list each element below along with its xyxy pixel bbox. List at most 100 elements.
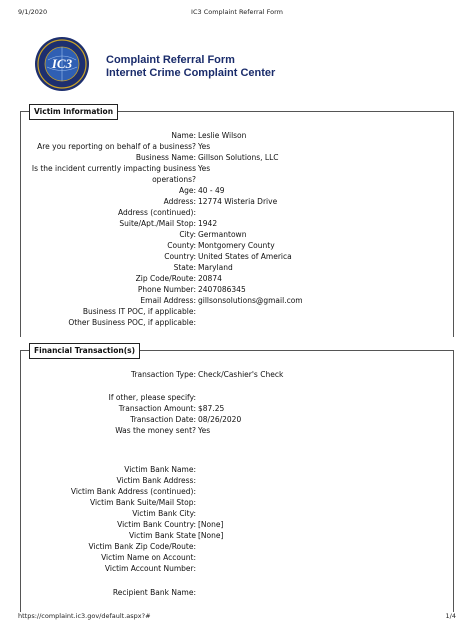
form-field-row: Name: Leslie Wilson — [21, 130, 453, 141]
form-field-row: Victim Bank Name: — [21, 464, 453, 475]
form-field-row: Victim Name on Account: — [21, 552, 453, 563]
form-field-row: Country: United States of America — [21, 251, 453, 262]
form-field-row: Are you reporting on behalf of a busines… — [21, 141, 453, 152]
form-field-row: Address: 12774 Wisteria Drive — [21, 196, 453, 207]
form-field-row: Business IT POC, if applicable: — [21, 306, 453, 317]
field-label: State: — [173, 263, 196, 272]
field-label: Victim Bank Address (continued): — [70, 487, 196, 496]
field-label: Transaction Type: — [130, 370, 196, 379]
financial-transactions-label: Financial Transaction(s) — [29, 343, 141, 359]
field-label: Suite/Apt./Mail Stop: — [119, 219, 196, 228]
field-value: gillsonsolutions@gmail.com — [198, 296, 303, 305]
form-field-row: Victim Bank Suite/Mail Stop: — [21, 497, 453, 508]
victim-information-label: Victim Information — [29, 104, 119, 120]
field-label: Victim Bank City: — [132, 509, 196, 518]
form-field-row: City: Germantown — [21, 229, 453, 240]
field-label: If other, please specify: — [108, 393, 196, 402]
field-label: Victim Bank Name: — [124, 465, 196, 474]
form-field-row: Victim Bank City: — [21, 508, 453, 519]
field-label: Transaction Amount: — [118, 404, 196, 413]
field-value: Maryland — [198, 263, 233, 272]
field-value: 1942 — [198, 219, 218, 228]
form-field-row: Other Business POC, if applicable: — [21, 317, 453, 328]
form-field-row: Transaction Type: Check/Cashier's Check — [21, 369, 453, 380]
field-label: Name: — [171, 131, 196, 140]
field-label: Recipient Bank Name: — [112, 588, 196, 597]
field-value: 20874 — [198, 274, 222, 283]
field-value: [None] — [198, 531, 224, 540]
field-label: Address: — [163, 197, 196, 206]
field-value: Yes — [198, 426, 211, 435]
field-value: 2407086345 — [198, 285, 246, 294]
form-field-row: Was the money sent? Yes — [21, 425, 453, 436]
form-field-row: Victim Account Number: — [21, 563, 453, 574]
field-label: Other Business POC, if applicable: — [68, 318, 196, 327]
field-label: City: — [179, 230, 196, 239]
field-label: Was the money sent? — [115, 426, 196, 435]
form-field-row: Is the incident currently impacting busi… — [21, 163, 453, 185]
field-label: Business IT POC, if applicable: — [82, 307, 196, 316]
print-footer: https://complaint.ic3.gov/default.aspx?#… — [18, 612, 456, 622]
field-value: $87.25 — [198, 404, 225, 413]
field-label: Victim Account Number: — [104, 564, 196, 573]
victim-information-section: Victim Information Name: Leslie Wilson Are… — [20, 104, 454, 337]
logo-text: IC3 — [51, 56, 73, 71]
field-label: Address (continued): — [117, 208, 196, 217]
field-label: Victim Name on Account: — [101, 553, 196, 562]
form-field-row: Age: 40 - 49 — [21, 185, 453, 196]
print-url: https://complaint.ic3.gov/default.aspx?# — [18, 612, 151, 620]
field-label: Transaction Date: — [130, 415, 196, 424]
form-subtitle: Internet Crime Complaint Center — [106, 67, 276, 79]
field-value: Yes — [198, 142, 211, 151]
form-field-row: Victim Bank Address: — [21, 475, 453, 486]
field-label: Victim Bank Suite/Mail Stop: — [90, 498, 196, 507]
field-label: Are you reporting on behalf of a busines… — [37, 142, 196, 151]
form-field-row: Victim Bank Zip Code/Route: — [21, 541, 453, 552]
field-label: Victim Bank Country: — [117, 520, 196, 529]
field-value: Yes — [198, 164, 211, 173]
page-number: 1/4 — [445, 612, 456, 620]
form-field-row: Recipient Bank Name: — [21, 587, 453, 598]
form-field-row: Transaction Date: 08/26/2020 — [21, 414, 453, 425]
form-field-row: Victim Bank Address (continued): — [21, 486, 453, 497]
field-value: Check/Cashier's Check — [198, 370, 284, 379]
field-value: Germantown — [198, 230, 247, 239]
form-field-row: Zip Code/Route: 20874 — [21, 273, 453, 284]
field-value: Montgomery County — [198, 241, 275, 250]
form-field-row: Address (continued): — [21, 207, 453, 218]
print-title: IC3 Complaint Referral Form — [191, 8, 283, 16]
form-heading: Complaint Referral Form Internet Crime C… — [106, 54, 275, 80]
field-label: Zip Code/Route: — [135, 274, 196, 283]
form-field-row: Victim Bank State [None] — [21, 530, 453, 541]
field-value: United States of America — [198, 252, 292, 261]
field-value: Leslie Wilson — [198, 131, 247, 140]
field-label: Victim Bank Address: — [116, 476, 196, 485]
form-field-row: If other, please specify: — [21, 392, 453, 403]
field-label: Business Name: — [135, 153, 196, 162]
field-label: Victim Bank Zip Code/Route: — [88, 542, 196, 551]
field-label: Phone Number: — [137, 285, 196, 294]
form-field-row: Business Name: Gillson Solutions, LLC — [21, 152, 453, 163]
form-field-row: Victim Bank Country: [None] — [21, 519, 453, 530]
print-header: 9/1/2020 IC3 Complaint Referral Form — [18, 8, 456, 18]
field-label: Email Address: — [140, 296, 196, 305]
field-value: Gillson Solutions, LLC — [198, 153, 279, 162]
field-label: Age: — [178, 186, 196, 195]
field-label: County: — [167, 241, 196, 250]
form-field-row: State: Maryland — [21, 262, 453, 273]
field-value: 08/26/2020 — [198, 415, 242, 424]
field-value: 12774 Wisteria Drive — [198, 197, 278, 206]
field-label: Is the incident currently impacting busi… — [31, 164, 196, 184]
form-field-row: Suite/Apt./Mail Stop: 1942 — [21, 218, 453, 229]
field-value: 40 - 49 — [198, 186, 225, 195]
field-value: [None] — [198, 520, 224, 529]
field-label: Country: — [164, 252, 196, 261]
financial-transactions-section: Financial Transaction(s) Transaction Typ… — [20, 343, 454, 612]
form-field-row: County: Montgomery County — [21, 240, 453, 251]
form-title: Complaint Referral Form — [106, 54, 235, 66]
form-field-row: Email Address: gillsonsolutions@gmail.com — [21, 295, 453, 306]
form-field-row: Phone Number: 2407086345 — [21, 284, 453, 295]
field-label: Victim Bank State — [129, 531, 196, 540]
ic3-seal-logo: IC3 — [35, 37, 89, 91]
form-field-row: Transaction Amount: $87.25 — [21, 403, 453, 414]
